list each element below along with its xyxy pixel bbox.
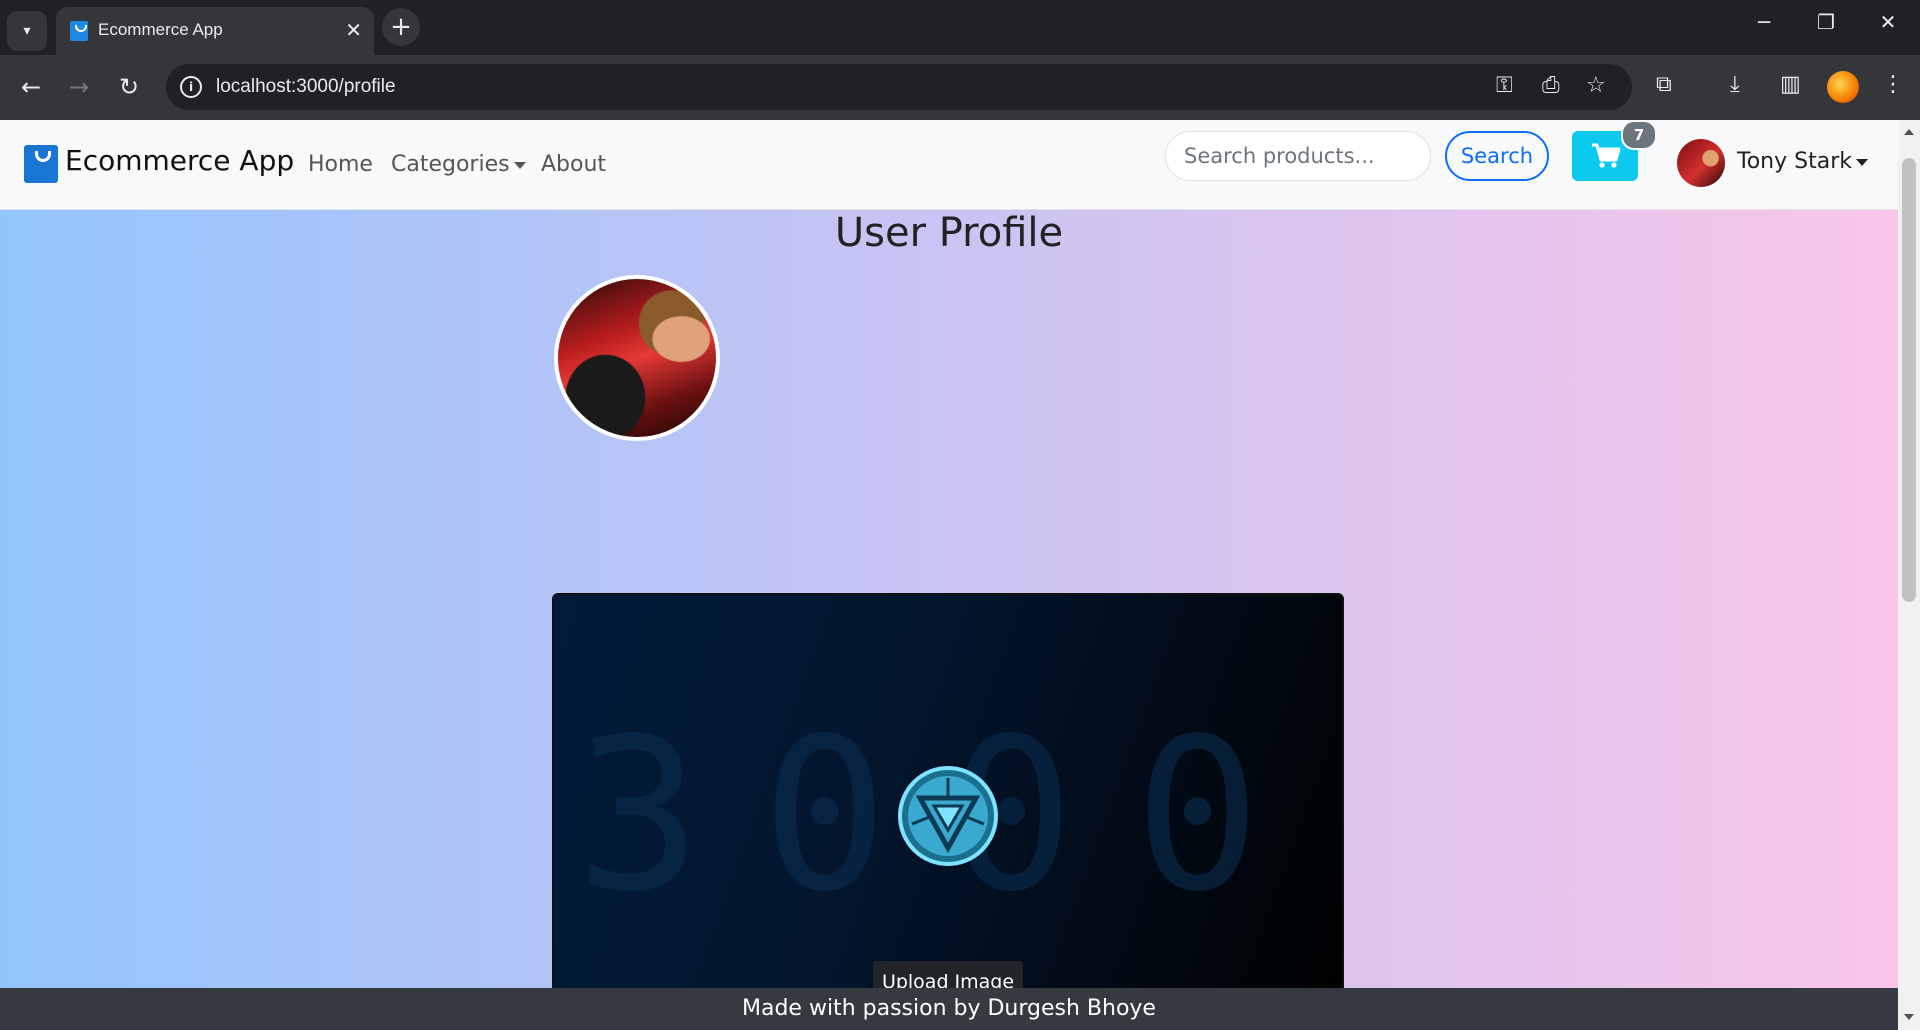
new-tab-button[interactable]: + [382,8,420,46]
restore-icon[interactable]: ❐ [1806,10,1846,34]
page-scrollbar[interactable] [1898,120,1920,1030]
nav-categories-label: Categories [391,152,510,177]
cart-count-badge: 7 [1621,120,1657,150]
browser-tab-bar: ▾ Ecommerce App ✕ + ─ ❐ ✕ [0,0,1920,55]
search-button[interactable]: Search [1445,131,1549,181]
user-menu[interactable]: Tony Stark [1737,149,1868,174]
brand-name[interactable]: Ecommerce App [65,144,294,177]
page-viewport: Ecommerce App Home Categories About Sear… [0,120,1920,1030]
shopping-bag-icon[interactable] [24,145,58,183]
profile-avatar [554,275,720,441]
download-icon[interactable]: ⤓ [1730,72,1740,97]
user-name: Tony Stark [1737,149,1852,174]
extensions-icon[interactable]: ⧉ [1656,72,1672,97]
shopping-bag-icon [70,21,88,41]
close-icon[interactable]: ✕ [345,18,362,42]
url-text[interactable]: localhost:3000/profile [216,76,396,98]
nav-home[interactable]: Home [308,152,373,177]
nav-about[interactable]: About [541,152,606,177]
window-close-icon[interactable]: ✕ [1868,10,1908,34]
page-title: User Profile [834,210,1064,256]
install-icon[interactable]: ⎙ [1542,73,1560,98]
site-navbar: Ecommerce App Home Categories About Sear… [0,120,1898,210]
reload-icon[interactable]: ↻ [112,70,146,104]
nav-categories[interactable]: Categories [391,152,526,177]
scroll-down-icon[interactable] [1904,1014,1914,1020]
tab-title: Ecommerce App [98,20,223,39]
back-icon[interactable]: ← [14,70,48,104]
bookmark-star-icon[interactable]: ☆ [1586,73,1606,98]
address-bar[interactable]: i localhost:3000/profile ⚿ ⎙ ☆ [166,64,1632,110]
caret-down-icon [1855,158,1868,166]
browser-profile-avatar[interactable] [1827,71,1859,103]
site-info-icon[interactable]: i [180,76,202,98]
side-panel-icon[interactable]: ▥ [1780,72,1801,97]
active-tab[interactable]: Ecommerce App ✕ [56,7,374,55]
caret-down-icon [513,161,526,169]
scroll-up-icon[interactable] [1904,129,1914,135]
arc-reactor-icon [898,765,998,866]
browser-toolbar: ← → ↻ i localhost:3000/profile ⚿ ⎙ ☆ ⧉ ⤓… [0,55,1920,120]
forward-icon[interactable]: → [62,70,96,104]
tab-search-button[interactable]: ▾ [7,11,47,51]
user-avatar[interactable] [1677,139,1725,187]
more-menu-icon[interactable]: ⋮ [1882,72,1904,97]
key-icon[interactable]: ⚿ [1496,73,1513,98]
profile-content: User Profile 3000 Upload Image [0,210,1898,1030]
search-input[interactable] [1165,131,1431,181]
minimize-icon[interactable]: ─ [1744,10,1784,34]
scrollbar-thumb[interactable] [1902,158,1916,602]
site-footer: Made with passion by Durgesh Bhoye [0,988,1898,1030]
